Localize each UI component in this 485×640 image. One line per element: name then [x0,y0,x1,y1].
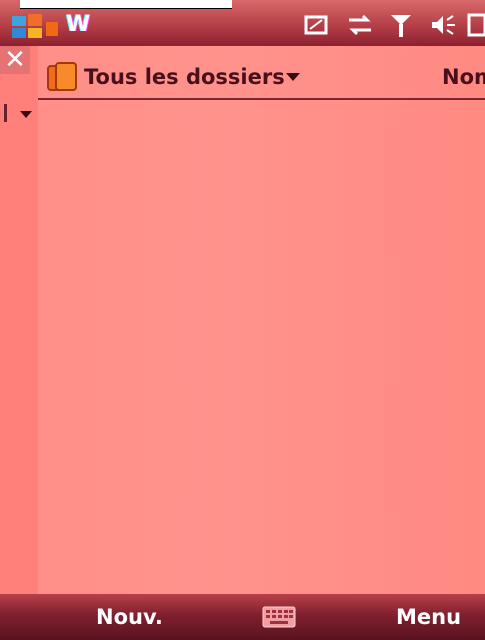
signal-icon[interactable] [386,12,416,38]
folder-header: Tous les dossiers Nom [38,58,485,100]
side-panel [0,46,39,594]
close-button[interactable]: ✕ [0,46,30,74]
keyboard-icon[interactable] [262,605,296,629]
start-logo-icon[interactable] [8,8,62,44]
status-bar: W [0,0,485,46]
chevron-down-icon[interactable] [286,73,300,81]
main-window: Tous les dossiers Nom [38,46,485,594]
sync-icon[interactable] [345,12,375,38]
new-button[interactable]: Nouv. [82,602,182,632]
chevron-down-icon [20,111,32,118]
sort-selector[interactable]: Nom [442,62,485,92]
folder-selector[interactable]: Tous les dossiers [84,62,285,92]
side-dropdown[interactable] [0,100,38,128]
screen: W ✕ Tous les dossiers Nom Nouv. Menu [0,0,485,640]
volume-icon[interactable] [428,12,458,38]
side-dropdown-bar [4,104,7,122]
folders-icon [47,62,77,91]
message-list[interactable] [38,100,485,594]
menu-button[interactable]: Menu [382,602,482,632]
app-title: W [66,12,92,37]
softkey-bar: Nouv. Menu [0,594,485,640]
battery-icon[interactable] [466,12,485,38]
notification-icon[interactable] [302,12,332,38]
